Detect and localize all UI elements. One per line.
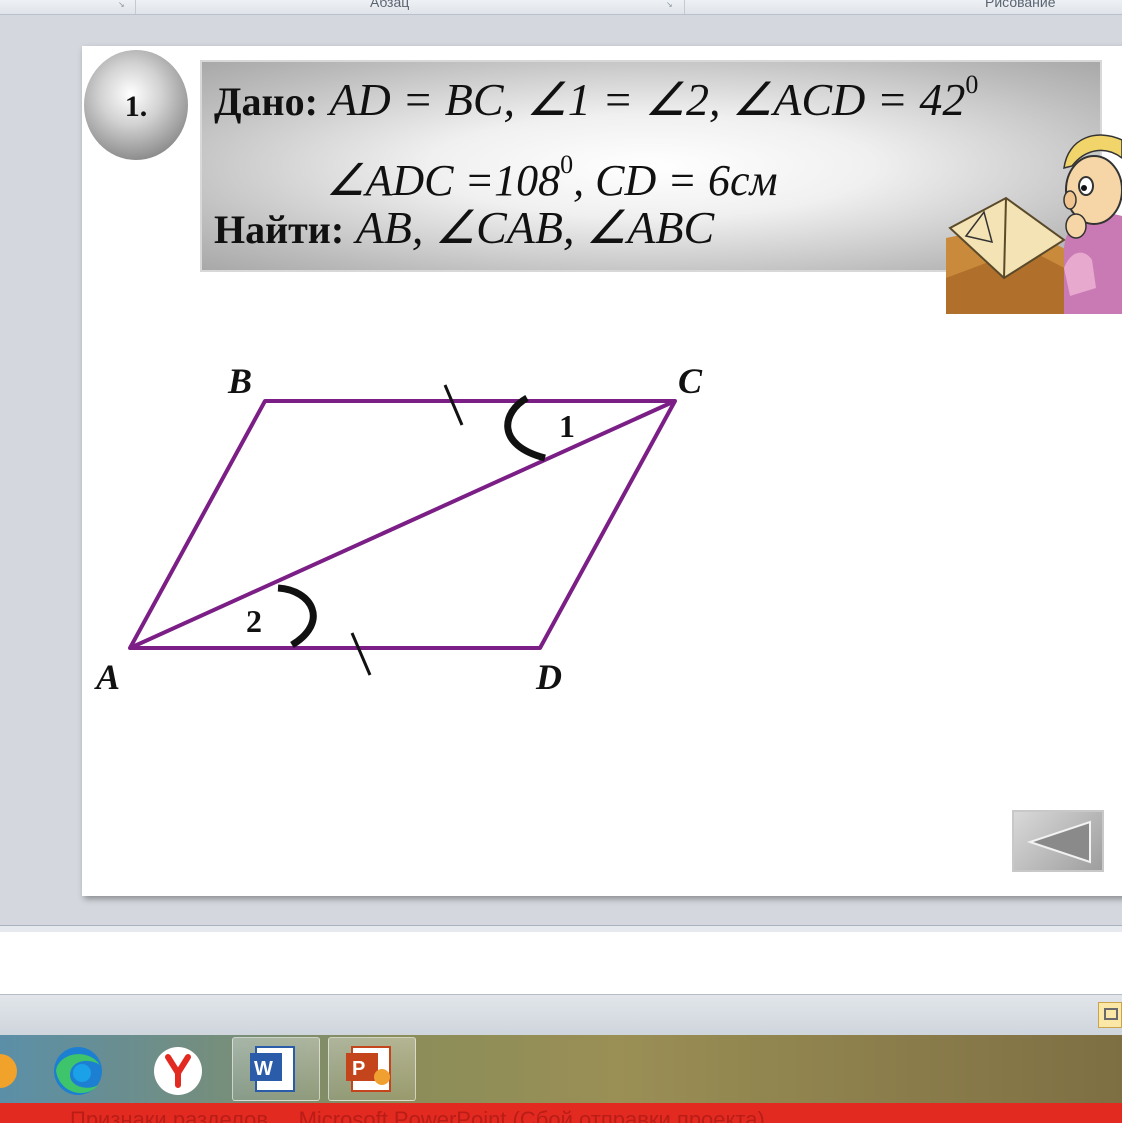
triangle-left-icon: [1026, 820, 1091, 864]
find-label: Найти:: [214, 207, 345, 252]
ribbon-strip: ↘ Абзац ↘ Рисование: [0, 0, 1122, 15]
dialog-launcher-icon[interactable]: ↘: [666, 1, 676, 9]
point-label-d: D: [536, 657, 562, 697]
notes-pane[interactable]: [0, 932, 1122, 995]
given-line-2: ∠ADC =1080, CD = 6см: [326, 150, 778, 206]
ribbon-group-paragraph: Абзац: [370, 0, 410, 10]
given-line: Дано: AD = BC, ∠1 = ∠2, ∠ACD = 420: [214, 70, 978, 126]
normal-view-icon: [1104, 1008, 1118, 1020]
find-line: Найти: AB, ∠CAB, ∠ABC: [214, 200, 714, 254]
given-cd: , CD = 6см: [573, 156, 778, 205]
edge-icon[interactable]: [48, 1041, 108, 1099]
error-notification-bar[interactable]: Признаки разделов ... Microsoft PowerPoi…: [0, 1103, 1122, 1123]
point-label-b: B: [228, 361, 253, 401]
point-label-c: C: [678, 361, 703, 401]
angle-label-2: 2: [246, 603, 262, 639]
svg-text:P: P: [352, 1058, 365, 1080]
error-notification-text: Признаки разделов ... Microsoft PowerPoi…: [70, 1107, 765, 1123]
yandex-browser-icon[interactable]: [148, 1041, 208, 1099]
svg-text:W: W: [254, 1058, 273, 1080]
normal-view-button[interactable]: [1098, 1002, 1122, 1028]
ribbon-separator: [684, 0, 685, 14]
back-button[interactable]: [1012, 810, 1104, 872]
degree-sup: 0: [560, 150, 574, 179]
ribbon-separator: [135, 0, 136, 14]
given-label: Дано:: [214, 79, 318, 124]
find-items: AB, ∠CAB, ∠ABC: [355, 202, 715, 253]
degree-sup: 0: [965, 70, 979, 99]
word-icon: W: [250, 1046, 295, 1092]
pinned-app-icon[interactable]: [0, 1041, 42, 1099]
dialog-launcher-icon[interactable]: ↘: [118, 1, 128, 9]
given-conditions: AD = BC, ∠1 = ∠2, ∠ACD = 42: [329, 74, 966, 125]
given-angle-adc: ∠ADC =108: [326, 156, 561, 205]
point-label-a: A: [96, 657, 121, 697]
status-bar: [0, 995, 1122, 1035]
angle-label-1: 1: [559, 408, 575, 444]
task-number-badge: 1.: [84, 50, 188, 160]
task-number: 1.: [124, 90, 148, 123]
ribbon-group-drawing: Рисование: [985, 0, 1056, 10]
powerpoint-icon: P: [346, 1046, 391, 1092]
thinking-student-illustration: [946, 128, 1122, 314]
